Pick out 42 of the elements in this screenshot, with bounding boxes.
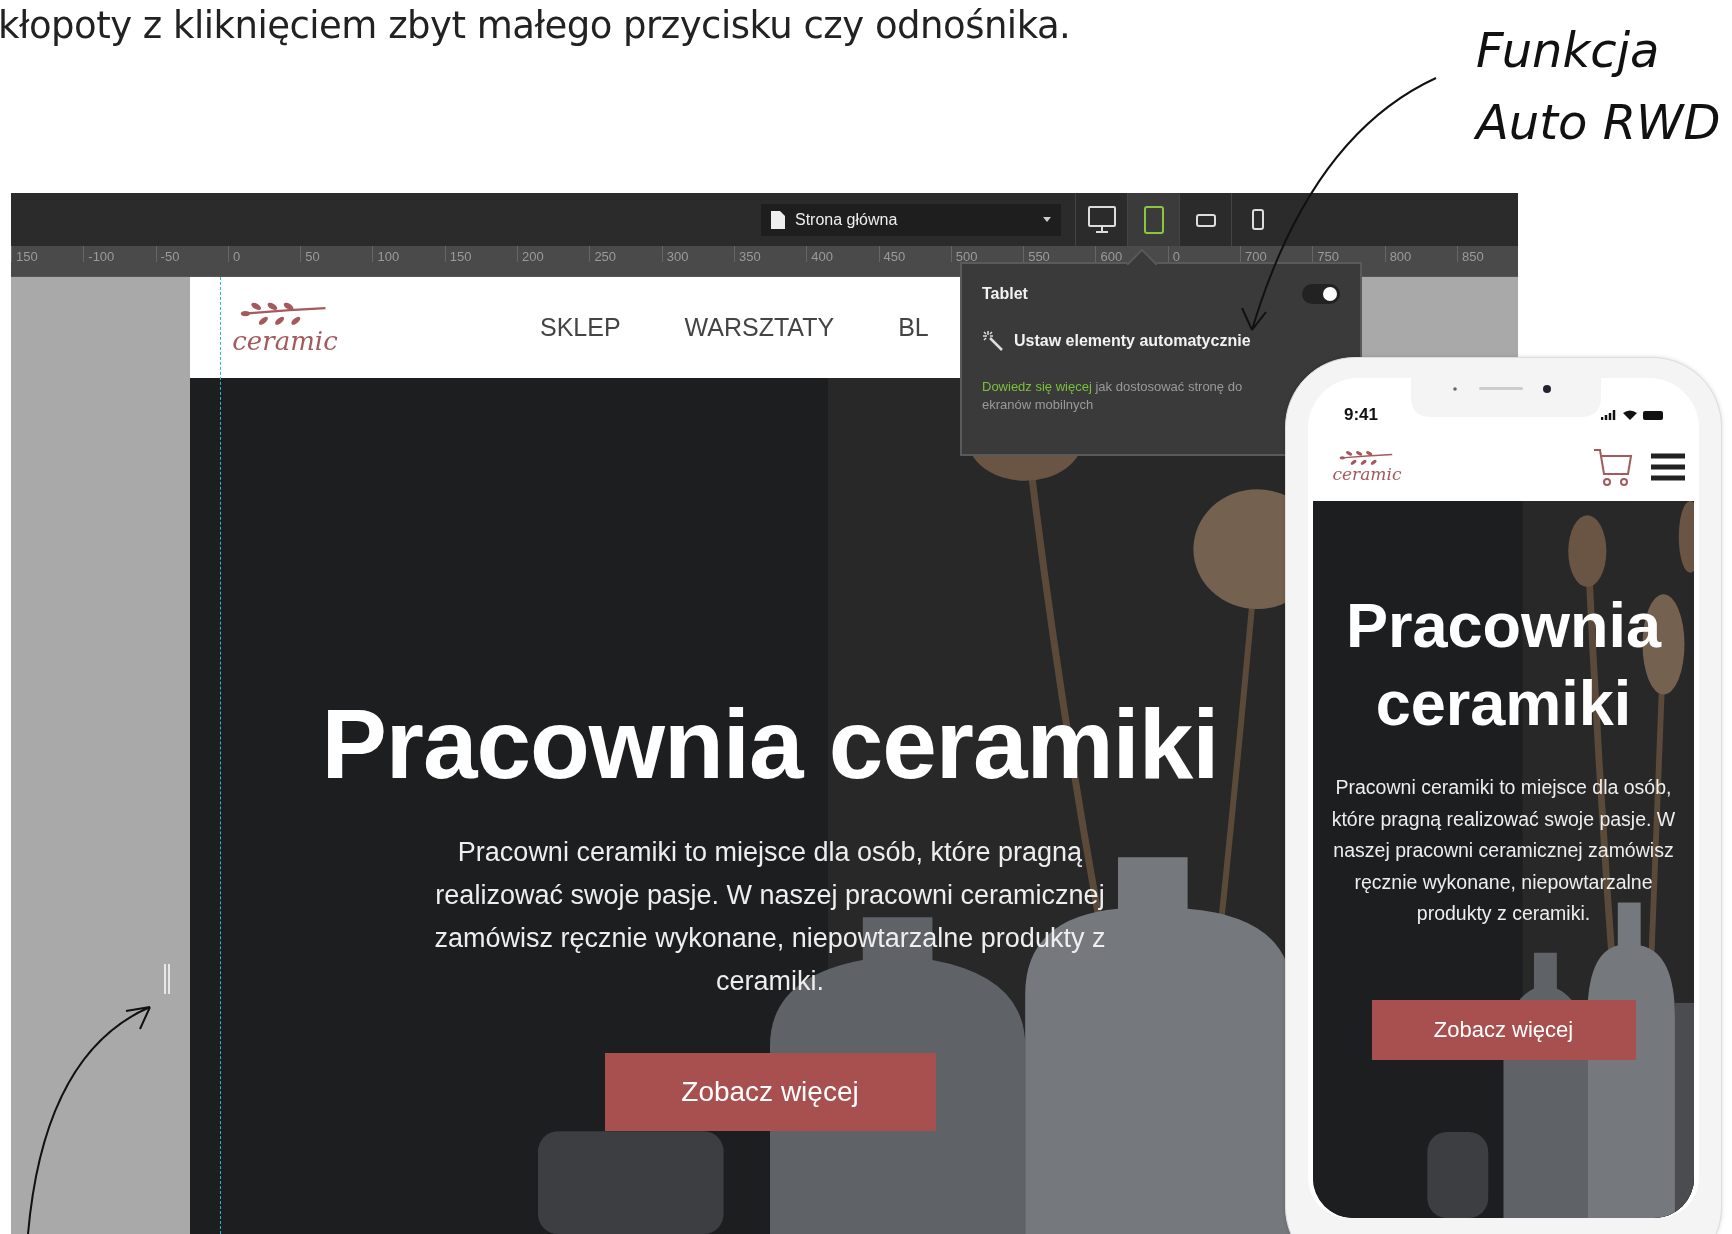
ruler-label: 250: [589, 246, 662, 262]
ruler-label: 100: [372, 246, 445, 262]
logo-text: ceramic: [1332, 466, 1402, 484]
ruler-label: 450: [878, 246, 951, 262]
nav-link[interactable]: WARSZTATY: [684, 313, 835, 342]
logo-text: ceramic: [232, 328, 338, 354]
monitor-icon: [1085, 203, 1118, 236]
ruler-label: 800: [1384, 246, 1457, 262]
auto-layout-option[interactable]: Ustaw elementy automatycznie: [982, 330, 1340, 352]
document-icon: [771, 210, 785, 229]
nav-link[interactable]: SKLEP: [540, 313, 621, 342]
hero-text: Pracowni ceramiki to miejsce dla osób, które pragną realizować swoje pasje. W naszej pracowni ceramicznej zamówisz ręcznie wykonane, niepowtarzalne produkty z ceramiki.: [1331, 775, 1676, 926]
hero-title: Pracownia ceramiki: [1344, 589, 1663, 740]
ruler-label: 150: [11, 246, 84, 262]
caret-icon: [1043, 217, 1051, 222]
article-text: kłopoty z kliknięciem zbyt małego przycisku czy odnośnika.: [0, 4, 1071, 47]
cta-button[interactable]: Zobacz więcej: [1371, 999, 1636, 1060]
cart-icon[interactable]: [1593, 446, 1633, 487]
resize-handle-icon[interactable]: [163, 964, 171, 994]
annotation-text: Funkcja: [1476, 21, 1661, 80]
ruler-label: -100: [83, 246, 156, 262]
toggle-switch[interactable]: [1302, 284, 1340, 304]
signal-icon: [1601, 410, 1617, 420]
ruler-label: 850: [1456, 246, 1530, 262]
status-time: 9:41: [1344, 405, 1379, 425]
ruler-label: 200: [517, 246, 590, 262]
ruler-label: 300: [661, 246, 734, 262]
wifi-icon: [1623, 410, 1637, 420]
magic-wand-icon: [982, 330, 1004, 352]
ruler-label: -50: [155, 246, 228, 262]
branch-icon: [1339, 449, 1395, 467]
ruler-label: 350: [733, 246, 807, 262]
ruler-label: 50: [300, 246, 373, 262]
ruler-label: 0: [227, 246, 301, 262]
device-button[interactable]: [1127, 193, 1179, 246]
ruler-label: 400: [806, 246, 879, 262]
page-select[interactable]: Strona główna: [761, 203, 1061, 236]
menu-icon[interactable]: [1651, 452, 1685, 481]
nav-link[interactable]: BL: [898, 313, 929, 342]
ruler-label: 150: [444, 246, 518, 262]
popup-title: Tablet: [982, 285, 1028, 303]
battery-icon: [1643, 410, 1663, 420]
